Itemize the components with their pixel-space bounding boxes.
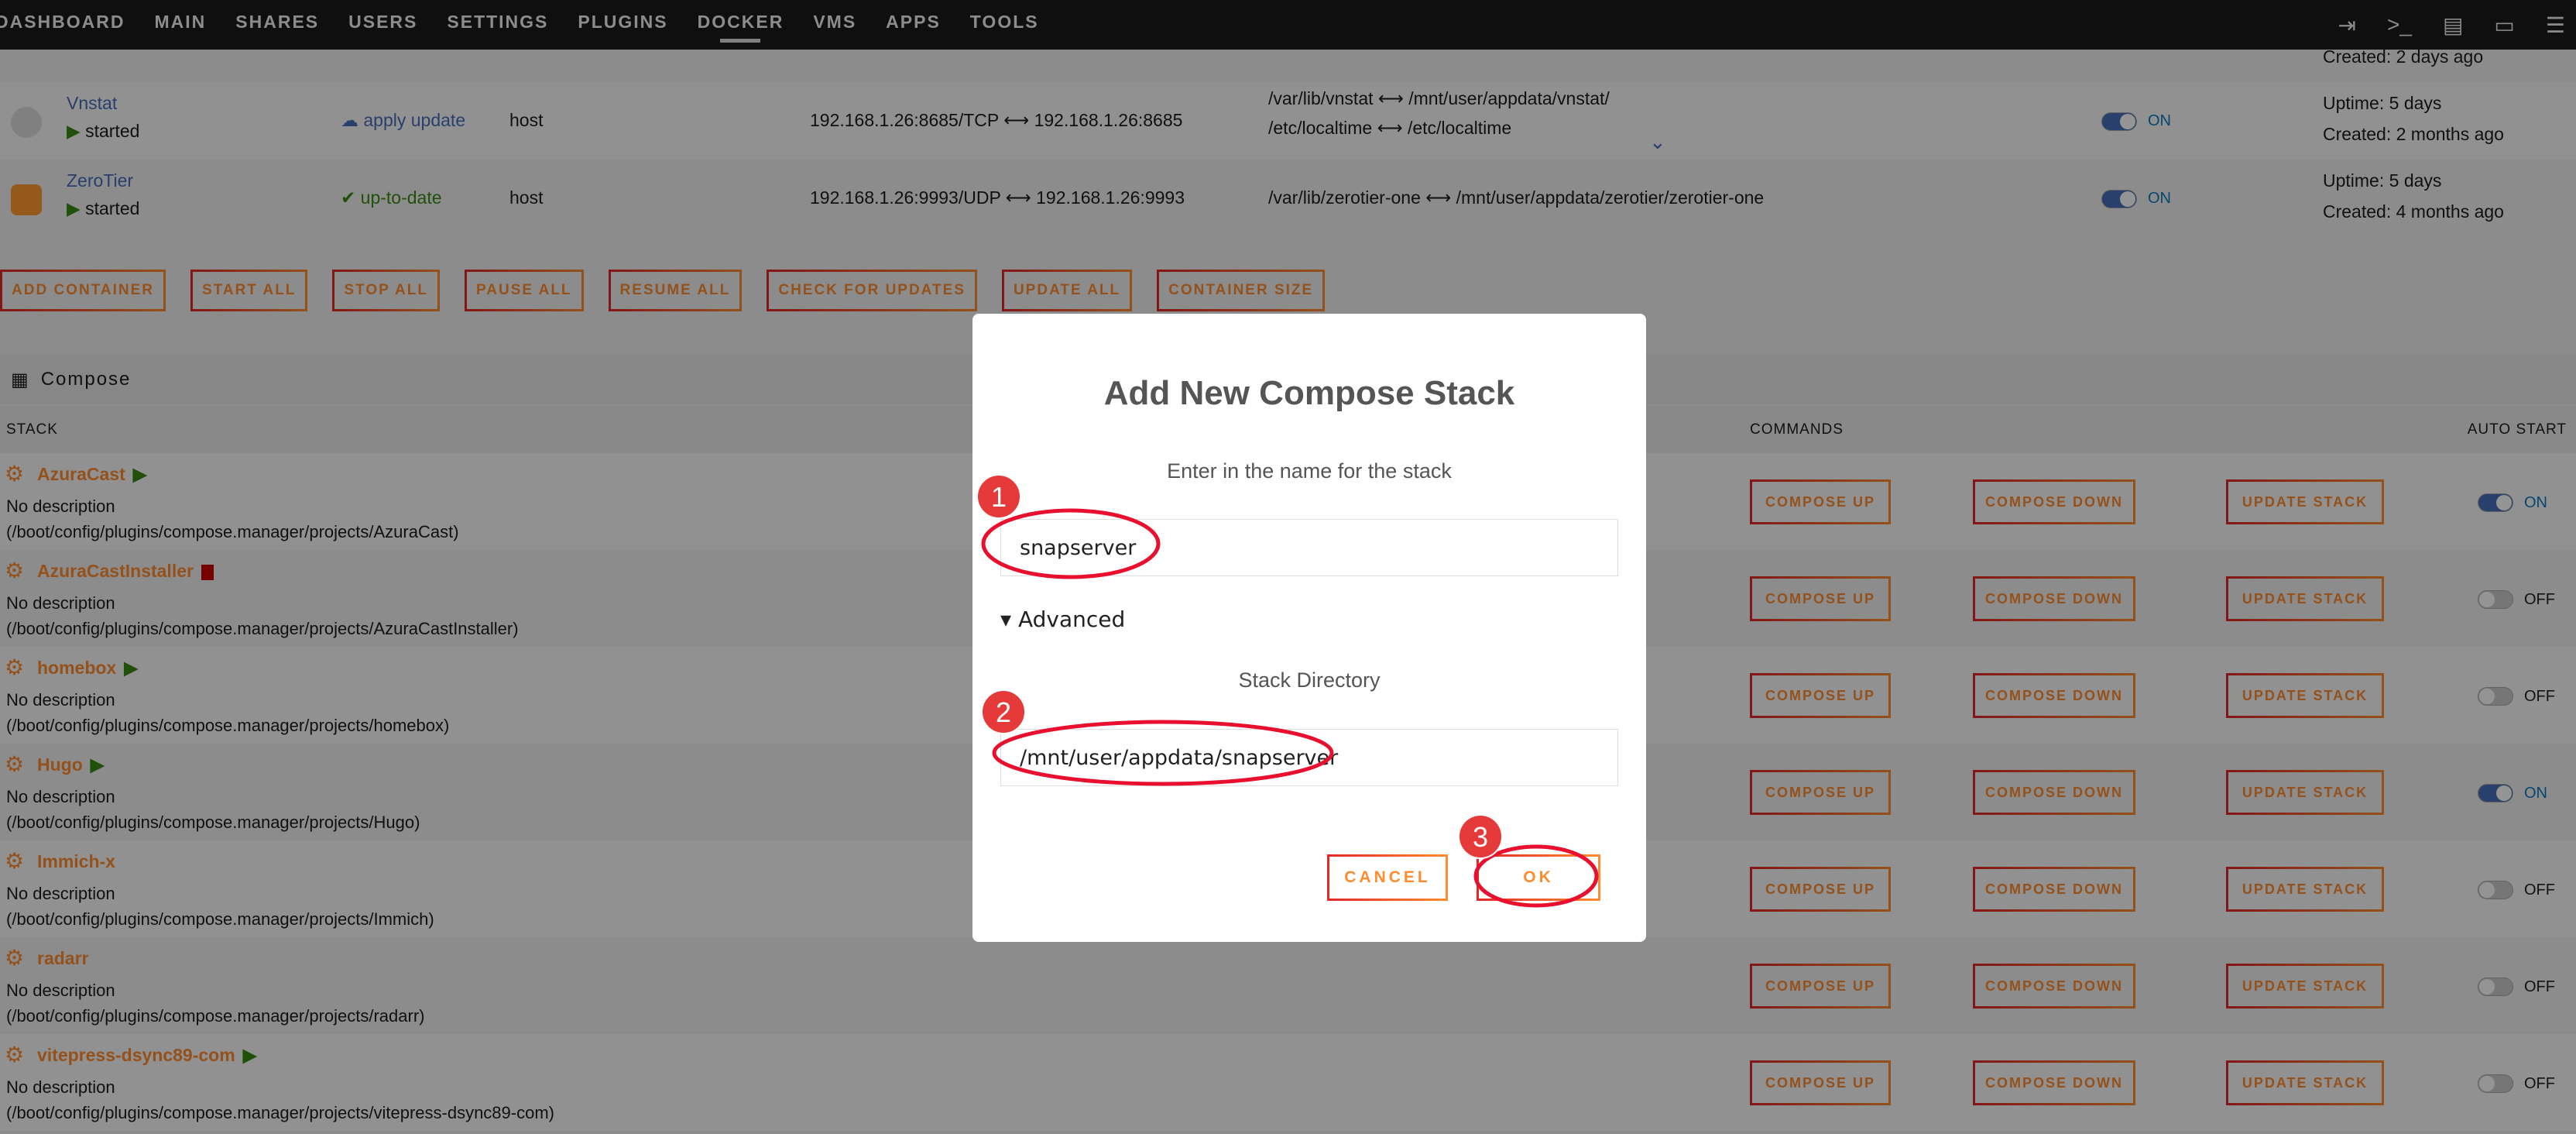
stack-directory-input[interactable]	[1000, 729, 1618, 786]
stack-name-input[interactable]	[1000, 519, 1618, 576]
stack-name-label: Enter in the name for the stack	[1167, 459, 1452, 483]
cancel-button[interactable]: CANCEL	[1327, 854, 1448, 901]
ok-button[interactable]: OK	[1477, 854, 1600, 901]
dialog-title: Add New Compose Stack	[1103, 374, 1515, 412]
advanced-toggle[interactable]: ▾ Advanced	[1000, 607, 1125, 632]
stack-directory-label: Stack Directory	[1238, 668, 1381, 692]
add-compose-stack-dialog: Add New Compose Stack Enter in the name …	[972, 314, 1646, 942]
